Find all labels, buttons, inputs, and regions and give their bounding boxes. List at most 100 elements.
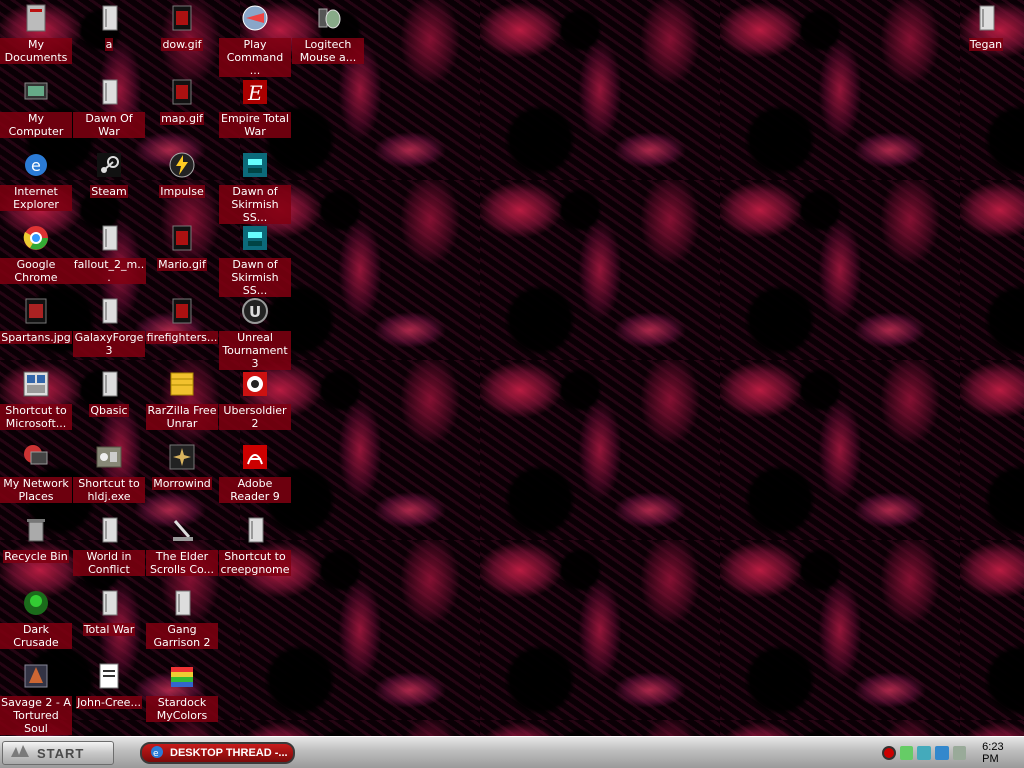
desktop-icon-rarzilla[interactable]: RarZilla Free Unrar (146, 366, 218, 430)
desktop-icon-world-in-conflict[interactable]: World in Conflict (73, 512, 145, 576)
desktop-icon-label: Dawn of Skirmish SS... (219, 185, 291, 224)
desktop-icon-label: Dawn Of War (73, 112, 145, 138)
game-icon: E (239, 76, 271, 108)
desktop-icon-john-cree[interactable]: John-Cree... (73, 658, 145, 709)
desktop-icon-google-chrome[interactable]: Google Chrome (0, 220, 72, 284)
desktop-icon-label: Total War (82, 623, 136, 636)
desktop-icon-total-war[interactable]: Total War (73, 585, 145, 636)
taskbar-item-desktop-thread[interactable]: e DESKTOP THREAD -... (140, 742, 295, 764)
desktop-icon-label: Tegan (968, 38, 1004, 51)
desktop-icon-tegan[interactable]: Tegan (950, 0, 1022, 51)
record-icon[interactable] (882, 746, 896, 760)
desktop-icon-label: Google Chrome (0, 258, 72, 284)
desktop-icon-label: Empire Total War (219, 112, 291, 138)
desktop-icon-dawn-of-skirmish-2[interactable]: Dawn of Skirmish SS... (219, 220, 291, 297)
ie-icon: e (20, 149, 52, 181)
desktop-icon-label: Morrowind (152, 477, 212, 490)
desktop-icon-ubersoldier-2[interactable]: Ubersoldier 2 (219, 366, 291, 430)
desktop-icon-label: Stardock MyColors (146, 696, 218, 722)
desktop-icon-steam[interactable]: Steam (73, 147, 145, 198)
desktop-icon-label: Adobe Reader 9 (219, 477, 291, 503)
system-tray: 6:23 PM (878, 741, 1022, 765)
image-file-icon (166, 222, 198, 254)
folder-icon (93, 587, 125, 619)
desktop-icon-galaxyforge-3[interactable]: GalaxyForge 3 (73, 293, 145, 357)
desktop-icon-my-network-places[interactable]: My Network Places (0, 439, 72, 503)
desktop-icon-impulse[interactable]: Impulse (146, 147, 218, 198)
desktop-icon-label: My Computer (0, 112, 72, 138)
folder-icon (239, 514, 271, 546)
tray-app-icon[interactable] (899, 746, 914, 760)
desktop-icon-label: dow.gif (161, 38, 203, 51)
desktop-icon-label: Spartans.jpg (0, 331, 72, 344)
desktop-icon-my-computer[interactable]: My Computer (0, 74, 72, 138)
svg-text:e: e (31, 156, 41, 175)
game-icon (239, 2, 271, 34)
desktop-icon-play-command[interactable]: Play Command ... (219, 0, 291, 77)
clock[interactable]: 6:23 PM (982, 741, 1022, 765)
desktop-icon-dow-gif[interactable]: dow.gif (146, 0, 218, 51)
steam-icon (93, 149, 125, 181)
desktop-icon-savage-2[interactable]: Savage 2 - A Tortured Soul (0, 658, 72, 735)
svg-text:U: U (249, 303, 261, 321)
folder-icon (93, 2, 125, 34)
desktop-icon-shortcut-creepgnome[interactable]: Shortcut to creepgnome (219, 512, 291, 576)
desktop-icon-gang-garrison-2[interactable]: Gang Garrison 2 (146, 585, 218, 649)
desktop-icon-qbasic[interactable]: Qbasic (73, 366, 145, 417)
desktop-icon-adobe-reader-9[interactable]: Adobe Reader 9 (219, 439, 291, 503)
desktop-icon-label: John-Cree... (76, 696, 142, 709)
desktop-icon-mario-gif[interactable]: Mario.gif (146, 220, 218, 271)
desktop-icon-morrowind[interactable]: Morrowind (146, 439, 218, 490)
desktop-icon-label: fallout_2_m... (72, 258, 146, 284)
app-shortcut-icon (20, 368, 52, 400)
recycle-bin-icon (20, 514, 52, 546)
desktop-icon-internet-explorer[interactable]: e Internet Explorer (0, 147, 72, 211)
desktop-icon-label: Recycle Bin (3, 550, 69, 563)
desktop-icon-elder-scrolls-construction[interactable]: The Elder Scrolls Co... (146, 512, 218, 576)
desktop-icon-empire-total-war[interactable]: E Empire Total War (219, 74, 291, 138)
game-icon (239, 368, 271, 400)
desktop-icon-shortcut-microsoft[interactable]: Shortcut to Microsoft... (0, 366, 72, 430)
tray-app-icon[interactable] (917, 746, 931, 760)
game-icon: U (239, 295, 271, 327)
desktop-icon-unreal-tournament-3[interactable]: U Unreal Tournament 3 (219, 293, 291, 370)
taskbar-item-label: DESKTOP THREAD -... (170, 747, 288, 759)
tray-app-icon[interactable] (934, 746, 949, 760)
desktop-icon-dawn-of-skirmish-1[interactable]: Dawn of Skirmish SS... (219, 147, 291, 224)
desktop-icon-logitech-mouse[interactable]: Logitech Mouse a... (292, 0, 364, 64)
desktop-icon-label: The Elder Scrolls Co... (146, 550, 218, 576)
desktop-icon-recycle-bin[interactable]: Recycle Bin (0, 512, 72, 563)
folder-icon (970, 2, 1002, 34)
start-button[interactable]: START (2, 741, 114, 765)
desktop-icon-label: Shortcut to hldj.exe (73, 477, 145, 503)
folder-icon (93, 76, 125, 108)
tray-app-icon[interactable] (952, 746, 967, 760)
desktop-icon-label: Shortcut to Microsoft... (0, 404, 72, 430)
stardock-icon (166, 660, 198, 692)
desktop-icon-dark-crusade[interactable]: Dark Crusade (0, 585, 72, 649)
svg-text:E: E (247, 81, 263, 105)
desktop-icon-fallout-2[interactable]: fallout_2_m... (72, 220, 146, 284)
folder-icon (166, 587, 198, 619)
desktop-icon-my-documents[interactable]: My Documents (0, 0, 72, 64)
image-file-icon (166, 76, 198, 108)
desktop-icon-label: Ubersoldier 2 (219, 404, 291, 430)
desktop-icon-shortcut-hldj[interactable]: Shortcut to hldj.exe (73, 439, 145, 503)
desktop-icon-dawn-of-war[interactable]: Dawn Of War (73, 74, 145, 138)
desktop-icon-a[interactable]: a (73, 0, 145, 51)
desktop-icon-label: Logitech Mouse a... (292, 38, 364, 64)
folder-icon (93, 295, 125, 327)
desktop-icon-label: Steam (90, 185, 128, 198)
chrome-icon (20, 222, 52, 254)
pdf-icon (239, 441, 271, 473)
desktop-icon-label: Savage 2 - A Tortured Soul (0, 696, 72, 735)
desktop-icon-label: World in Conflict (73, 550, 145, 576)
desktop-icon-firefighters[interactable]: firefighters... (145, 293, 219, 344)
desktop-icon-spartans[interactable]: Spartans.jpg (0, 293, 72, 344)
game-icon (166, 441, 198, 473)
image-file-icon (166, 2, 198, 34)
desktop-icon-label: Play Command ... (219, 38, 291, 77)
desktop-icon-map-gif[interactable]: map.gif (146, 74, 218, 125)
network-icon (20, 441, 52, 473)
desktop-icon-stardock-mycolors[interactable]: Stardock MyColors (146, 658, 218, 722)
